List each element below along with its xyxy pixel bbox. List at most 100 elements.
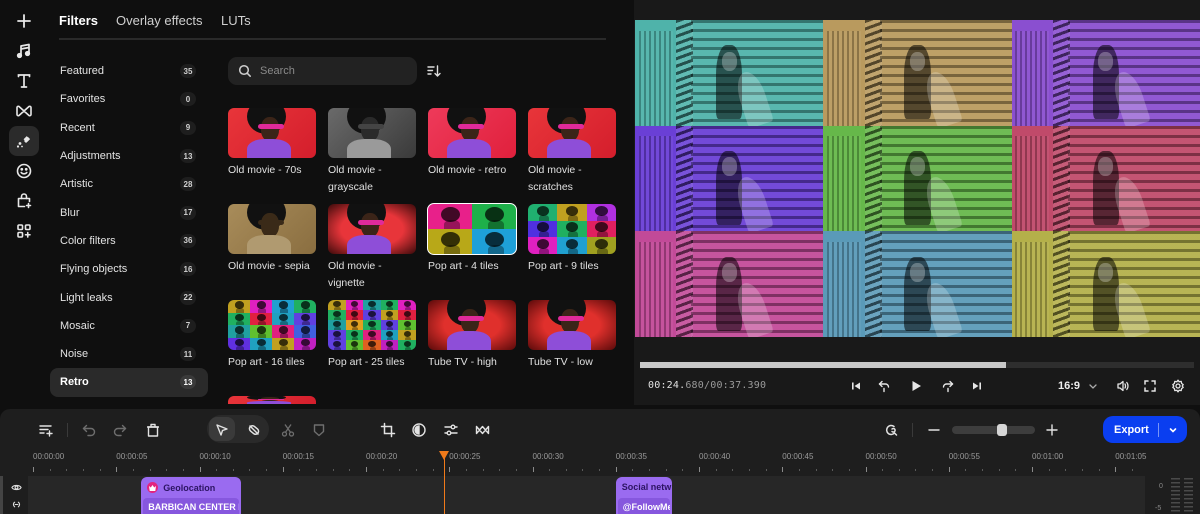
tab-filters[interactable]: Filters [59,13,98,28]
razor-tool-button[interactable] [245,421,263,439]
link-icon[interactable] [11,499,22,510]
playback-progress-bar[interactable] [640,362,1194,368]
filter-card[interactable]: Tube TV - high [428,300,516,371]
filter-card[interactable]: Old movie - grayscale [328,108,416,196]
music-button[interactable] [9,36,39,66]
category-item-featured[interactable]: Featured 35 [50,57,208,85]
filter-card[interactable]: Pop art - 16 tiles [228,300,316,371]
video-canvas[interactable] [635,20,1200,337]
rewind-1s-button[interactable] [876,378,892,394]
category-item-noise[interactable]: Noise 11 [50,340,208,368]
zoom-slider-handle[interactable] [997,424,1008,436]
filter-card[interactable]: Old movie - sepia [228,204,316,275]
pop-art-tile [228,337,250,350]
tick-minor [765,469,767,471]
category-item-artistic[interactable]: Artistic 28 [50,170,208,198]
pop-art-tile [294,325,316,338]
category-list: Featured 35 Favorites 0 Recent 9 Adjustments 13… [50,57,208,397]
filter-thumbnail[interactable] [228,204,316,254]
settings-button[interactable] [1170,378,1186,394]
category-item-favorites[interactable]: Favorites 0 [50,85,208,113]
category-item-color-filters[interactable]: Color filters 36 [50,227,208,255]
category-item-flying-objects[interactable]: Flying objects 16 [50,255,208,283]
export-options-button[interactable] [1159,425,1187,435]
filter-card[interactable]: Old movie - vignette [328,204,416,292]
delete-button[interactable] [144,421,162,439]
text-button[interactable] [9,66,39,96]
filter-thumbnail[interactable] [228,396,316,404]
search-box[interactable] [228,57,417,85]
filter-card[interactable] [228,396,316,404]
skip-to-end-button[interactable] [969,378,985,394]
filter-thumbnail[interactable] [528,108,616,158]
timeline-ruler[interactable]: 00:00:00 00:00:05 00:00:10 00:00:15 00:00:20… [0,447,1146,475]
filter-thumbnail[interactable] [228,300,316,350]
filter-thumbnail[interactable] [328,204,416,254]
add-track-icon [39,425,53,437]
category-item-mosaic[interactable]: Mosaic 7 [50,312,208,340]
timeline-clip[interactable]: Social netw @FollowMe [615,477,673,514]
category-item-recent[interactable]: Recent 9 [50,114,208,142]
magnet-button[interactable] [882,421,900,439]
filter-card[interactable]: Old movie - retro [428,108,516,179]
filter-label: Old movie - scratches [528,164,582,193]
crop-button[interactable] [379,421,397,439]
zoom-out-button[interactable] [925,421,943,439]
volume-button[interactable] [1115,378,1131,394]
filter-card[interactable]: Pop art - 25 tiles [328,300,416,371]
filter-thumbnail[interactable] [528,300,616,350]
play-button[interactable] [908,378,924,394]
playhead[interactable] [443,454,446,514]
apps-button[interactable] [9,216,39,246]
brand-kit-button[interactable] [9,186,39,216]
category-item-light-leaks[interactable]: Light leaks 22 [50,283,208,311]
add-media-button[interactable] [9,6,39,36]
transitions-button[interactable] [9,96,39,126]
effects-button[interactable] [9,126,39,156]
tick-minor [266,469,268,471]
filter-card[interactable]: Old movie - 70s [228,108,316,179]
tab-luts[interactable]: LUTs [221,13,251,28]
eye-icon[interactable] [11,482,22,493]
category-label: Featured [60,65,105,78]
sort-button[interactable] [426,63,442,79]
filter-card[interactable]: Tube TV - low [528,300,616,371]
timeline-zoom-slider[interactable] [952,424,1035,436]
filter-thumbnail[interactable] [328,300,416,350]
category-item-retro[interactable]: Retro 13 [50,368,208,397]
transition-button[interactable] [474,421,492,439]
forward-1s-button[interactable] [940,378,956,394]
add-track-button[interactable] [37,421,55,439]
filter-thumbnail[interactable] [328,108,416,158]
filter-thumbnail[interactable] [427,203,517,255]
zoom-in-button[interactable] [1043,421,1061,439]
skip-to-start-button[interactable] [848,378,864,394]
adjustments-button[interactable] [442,421,460,439]
playhead-handle[interactable] [439,451,450,460]
tick-major [366,467,367,472]
category-item-adjustments[interactable]: Adjustments 13 [50,142,208,170]
filter-card[interactable]: Pop art - 9 tiles [528,204,616,275]
color-adjust-button[interactable] [410,421,428,439]
filter-thumbnail[interactable] [428,300,516,350]
filter-thumbnail[interactable] [428,108,516,158]
split-button[interactable] [279,421,297,439]
undo-button[interactable] [80,421,98,439]
filter-card[interactable]: Old movie - scratches [528,108,616,196]
export-button[interactable]: Export [1103,416,1187,443]
timeline-clip[interactable]: Geolocation BARBICAN CENTER LC [141,477,242,514]
tab-overlay-effects[interactable]: Overlay effects [116,13,202,28]
category-item-blur[interactable]: Blur 17 [50,198,208,226]
stickers-button[interactable] [9,156,39,186]
tick-minor [1015,469,1017,471]
chevron-down-icon[interactable] [1087,380,1099,392]
filter-thumbnail[interactable] [228,108,316,158]
redo-button[interactable] [111,421,129,439]
select-tool-button[interactable] [213,421,231,439]
aspect-ratio-select[interactable]: 16:9 [1058,380,1080,392]
filter-card[interactable]: Pop art - 4 tiles [427,203,517,275]
search-input[interactable] [260,65,410,77]
fullscreen-button[interactable] [1142,378,1158,394]
mask-button[interactable] [310,421,328,439]
filter-thumbnail[interactable] [528,204,616,254]
